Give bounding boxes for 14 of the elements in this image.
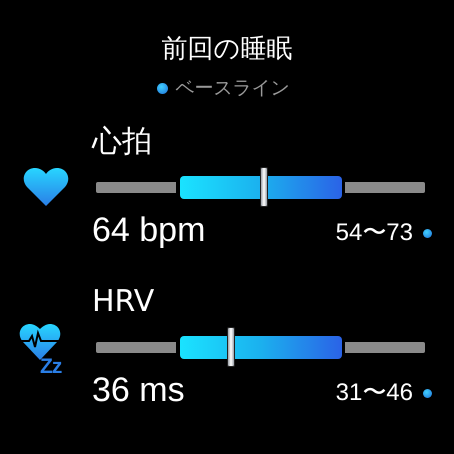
sleep-mark: Zz: [40, 356, 62, 378]
screen-title: 前回の睡眠: [162, 33, 292, 66]
metric-label: 心拍: [92, 124, 152, 160]
baseline-range: 31〜46: [336, 378, 413, 408]
baseline-range: 54〜73: [336, 218, 413, 248]
metric-value: 36 ms: [92, 370, 186, 410]
metric-label: HRV: [92, 284, 154, 320]
baseline-dot: [423, 388, 432, 398]
legend-dot: [156, 82, 168, 94]
heart-pulse-icon: [19, 324, 61, 360]
baseline-dot: [423, 228, 432, 238]
legend-label: ベースライン: [176, 76, 290, 100]
metric-value: 64 bpm: [92, 210, 206, 250]
heart-icon: [23, 168, 69, 206]
